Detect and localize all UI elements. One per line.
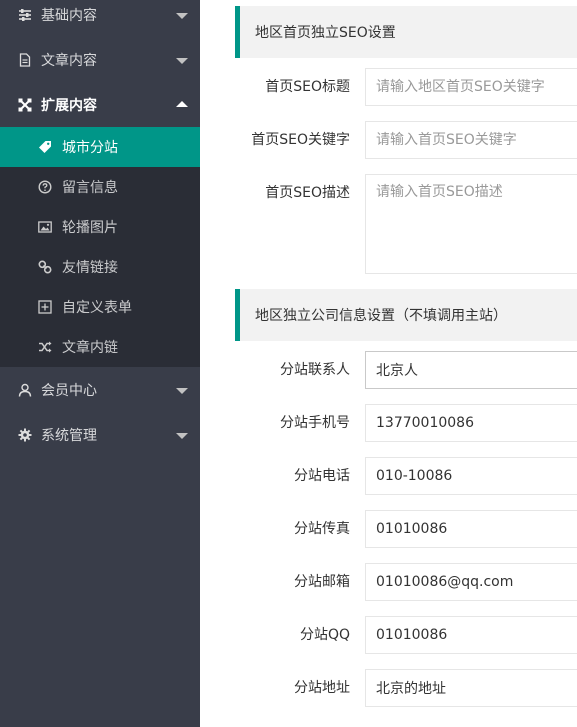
chevron-down-icon	[176, 13, 188, 19]
nav-group-label: 会员中心	[41, 382, 97, 399]
document-icon	[18, 52, 32, 67]
sidebar-item-friend-links[interactable]: 友情链接	[0, 247, 200, 287]
sidebar-item-label: 留言信息	[62, 180, 118, 196]
sidebar-item-label: 轮播图片	[62, 220, 118, 236]
chevron-down-icon	[176, 388, 188, 394]
plus-square-icon	[38, 300, 52, 314]
nav-group-article-content[interactable]: 文章内容	[0, 37, 200, 82]
label-seo-title: 首页SEO标题	[265, 79, 350, 95]
seo-description-textarea[interactable]	[365, 174, 577, 274]
expand-icon	[18, 98, 32, 112]
fax-input[interactable]	[365, 510, 577, 548]
nav-group-label: 文章内容	[41, 52, 97, 69]
label-seo-description: 首页SEO描述	[265, 185, 350, 201]
sidebar-item-carousel-images[interactable]: 轮播图片	[0, 207, 200, 247]
label-fax: 分站传真	[294, 521, 350, 537]
sidebar-item-label: 友情链接	[62, 260, 118, 276]
nav-group-extended-content[interactable]: 扩展内容	[0, 82, 200, 127]
nav-group-label: 基础内容	[41, 7, 97, 24]
sidebar-item-label: 文章内链	[62, 340, 118, 356]
sidebar-item-label: 城市分站	[62, 140, 118, 156]
image-icon	[38, 220, 52, 234]
chevron-down-icon	[176, 433, 188, 439]
qq-input[interactable]	[365, 616, 577, 654]
sidebar-item-messages[interactable]: 留言信息	[0, 167, 200, 207]
label-phone: 分站电话	[294, 468, 350, 484]
sliders-icon	[18, 8, 32, 22]
nav-group-label: 系统管理	[41, 427, 97, 444]
section-header-company-info: 地区独立公司信息设置（不填调用主站）	[235, 289, 577, 341]
section-header-seo: 地区首页独立SEO设置	[235, 6, 577, 58]
mobile-input[interactable]	[365, 404, 577, 442]
subnav-extended-content: 城市分站 留言信息 轮播图片 友情链接 自定义表单 文章内链	[0, 127, 200, 367]
chevron-down-icon	[176, 58, 188, 64]
nav-group-member-center[interactable]: 会员中心	[0, 367, 200, 412]
address-input[interactable]	[365, 669, 577, 707]
user-icon	[18, 383, 32, 397]
sidebar-item-custom-forms[interactable]: 自定义表单	[0, 287, 200, 327]
sidebar-item-city-substation[interactable]: 城市分站	[0, 127, 200, 167]
label-seo-keywords: 首页SEO关键字	[251, 132, 350, 148]
label-contact-person: 分站联系人	[280, 362, 350, 378]
label-address: 分站地址	[294, 680, 350, 696]
link-icon	[38, 260, 52, 274]
nav-group-system-management[interactable]: 系统管理	[0, 412, 200, 457]
sidebar-item-article-internal-links[interactable]: 文章内链	[0, 327, 200, 367]
tag-icon	[38, 140, 52, 154]
shuffle-icon	[38, 340, 52, 354]
label-mobile: 分站手机号	[280, 415, 350, 431]
nav-group-label: 扩展内容	[41, 97, 97, 114]
email-input[interactable]	[365, 563, 577, 601]
contact-person-input[interactable]	[365, 351, 577, 389]
chevron-up-icon	[176, 101, 188, 107]
nav-group-basic-content[interactable]: 基础内容	[0, 0, 200, 37]
gear-icon	[18, 428, 32, 442]
phone-input[interactable]	[365, 457, 577, 495]
label-email: 分站邮箱	[294, 574, 350, 590]
seo-title-input[interactable]	[365, 68, 577, 106]
sidebar-item-label: 自定义表单	[62, 300, 132, 316]
label-qq: 分站QQ	[299, 627, 350, 643]
question-circle-icon	[38, 180, 52, 194]
sidebar: 基础内容 文章内容 扩展内容 城市分站 留言信息 轮播图片 友情链接 自定义表单…	[0, 0, 200, 727]
main-content: 地区首页独立SEO设置 首页SEO标题 首页SEO关键字 首页SEO描述 地区独…	[200, 0, 577, 727]
seo-keywords-input[interactable]	[365, 121, 577, 159]
